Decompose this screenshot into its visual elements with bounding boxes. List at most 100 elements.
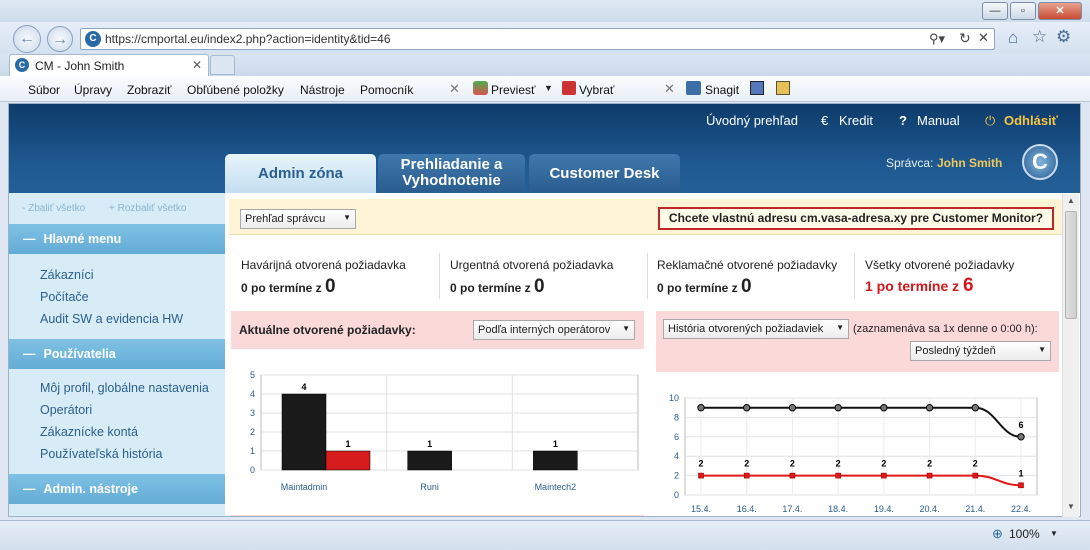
address-bar[interactable]: C https://cmportal.eu/index2.php?action=… (80, 28, 995, 50)
x-tick-label: 20.4. (920, 504, 940, 514)
tab-review[interactable]: Prehliadanie a Vyhodnotenie (378, 154, 525, 193)
data-point (881, 472, 887, 479)
x-tick-label: Maintech2 (535, 482, 577, 492)
data-point (697, 404, 705, 412)
search-icon[interactable]: ⚲▾ (929, 31, 945, 47)
snagit-button[interactable]: Snagit (705, 83, 739, 97)
minus-icon: — (23, 482, 36, 496)
x-tick-label: 18.4. (828, 504, 848, 514)
left-panel-title: Aktuálne otvorené požiadavky: (239, 323, 416, 337)
data-label: 2 (698, 459, 703, 469)
page-content: Úvodný prehľad € Kredit ? Manual ⏻ Odhlá… (8, 103, 1081, 517)
menu-view[interactable]: Zobraziť (127, 83, 172, 97)
scroll-thumb[interactable] (1065, 211, 1077, 319)
x-tick-label: 15.4. (691, 504, 711, 514)
main-area: Prehľad správcu Chcete vlastnú adresu cm… (229, 193, 1064, 516)
address-row: ← → C https://cmportal.eu/index2.php?act… (0, 22, 1090, 54)
window-titlebar: — ▫ ✕ (0, 0, 1090, 22)
sidebar-item-audit[interactable]: Audit SW a evidencia HW (40, 312, 183, 326)
card-urgent-count: 0 (534, 276, 545, 297)
toolbar-icon-a[interactable] (750, 81, 764, 95)
y-tick-label: 6 (674, 432, 679, 442)
y-tick-label: 0 (674, 490, 679, 500)
refresh-icon[interactable]: ↻ (959, 30, 971, 47)
section-users[interactable]: — Používatelia (9, 339, 225, 369)
menu-edit[interactable]: Úpravy (74, 83, 112, 97)
custom-address-promo[interactable]: Chcete vlastnú adresu cm.vasa-adresa.xy … (658, 207, 1054, 230)
toolbar-close-icon[interactable]: ✕ (449, 81, 460, 97)
favorites-star-icon[interactable]: ☆ (1032, 27, 1047, 47)
data-point (926, 472, 933, 479)
tab-row: C CM - John Smith ✕ (0, 54, 1090, 76)
menu-file[interactable]: Súbor (28, 83, 60, 97)
card-all-value: 1 po termíne z 6 (865, 275, 974, 297)
sidebar-item-operators[interactable]: Operátori (40, 403, 92, 417)
sidebar-item-profile[interactable]: Môj profil, globálne nastavenia (40, 381, 209, 395)
cm-logo: C (1022, 144, 1058, 180)
section-main-menu[interactable]: — Hlavné menu (9, 224, 225, 254)
tab-admin-zone[interactable]: Admin zóna (225, 154, 376, 193)
page-scrollbar[interactable]: ▲ ▼ (1062, 194, 1079, 517)
card-urgent-value: 0 po termíne z 0 (450, 276, 545, 298)
close-window-button[interactable]: ✕ (1038, 2, 1082, 20)
x-tick-label: 19.4. (874, 504, 894, 514)
sidebar-item-customer-accounts[interactable]: Zákaznícke kontá (40, 425, 138, 439)
bar-chart: 0 1 2 3 4 5 4 1 Maintadmin 1 Runi 1 Maintech2 (250, 370, 639, 492)
new-tab-button[interactable] (210, 55, 235, 75)
divider (647, 253, 648, 299)
zoom-icon: ⊕ (992, 526, 1003, 541)
menu-favorites[interactable]: Obľúbené položky (187, 83, 284, 97)
toolbar-icon-b[interactable] (776, 81, 790, 95)
zoom-level[interactable]: 100% (1009, 527, 1040, 541)
y-tick-label: 1 (250, 446, 255, 456)
home-icon[interactable]: ⌂ (1008, 28, 1018, 48)
view-select[interactable]: Prehľad správcu (240, 209, 356, 229)
history-note: (zaznamenáva sa 1x denne o 0:00 h): (853, 323, 1038, 335)
menu-tools[interactable]: Nástroje (300, 83, 345, 97)
data-label: 6 (1018, 420, 1023, 430)
zoom-dropdown-icon[interactable]: ▼ (1050, 529, 1058, 538)
card-all-prefix: 1 po termíne z (865, 278, 960, 294)
scroll-down-icon[interactable]: ▼ (1067, 502, 1075, 511)
data-point (925, 404, 934, 412)
tab-close-icon[interactable]: ✕ (192, 58, 202, 72)
back-button[interactable]: ← (13, 25, 41, 53)
section-admin-tools[interactable]: — Admin. nástroje (9, 474, 225, 504)
period-select[interactable]: Posledný týždeň (910, 341, 1051, 361)
tab-customer-desk[interactable]: Customer Desk (529, 154, 680, 193)
logout-link[interactable]: Odhlásiť (1004, 113, 1058, 128)
scroll-up-icon[interactable]: ▲ (1067, 196, 1075, 205)
sidebar-item-customers[interactable]: Zákazníci (40, 268, 94, 282)
data-label: 2 (744, 459, 749, 469)
collapse-all-link[interactable]: - Zbaliť všetko (22, 203, 85, 214)
x-tick-label: Maintadmin (281, 482, 328, 492)
data-label: 4 (301, 382, 306, 392)
maximize-button[interactable]: ▫ (1010, 2, 1036, 20)
history-select[interactable]: História otvorených požiadaviek (663, 319, 849, 339)
overview-link[interactable]: Úvodný prehľad (706, 113, 798, 128)
x-tick-label: 22.4. (1011, 504, 1031, 514)
admin-label: Správca: (886, 156, 934, 170)
manual-link[interactable]: Manual (917, 113, 960, 128)
expand-all-link[interactable]: + Rozbaliť všetko (109, 203, 186, 214)
forward-button[interactable]: → (47, 26, 73, 52)
toolbar2-close-icon[interactable]: ✕ (664, 81, 675, 97)
card-emergency-title: Havárijná otvorená požiadavka (241, 258, 406, 272)
sidebar-item-computers[interactable]: Počítače (40, 290, 89, 304)
previest-button[interactable]: Previesť (491, 83, 536, 97)
menu-help[interactable]: Pomocník (360, 83, 413, 97)
y-tick-label: 3 (250, 408, 255, 418)
credit-link[interactable]: Kredit (839, 113, 873, 128)
stop-icon[interactable]: ✕ (978, 30, 989, 46)
data-label: 2 (927, 459, 932, 469)
vybrat-button[interactable]: Vybrať (579, 83, 614, 97)
card-emergency-prefix: 0 po termíne z (241, 281, 322, 295)
previest-dropdown-icon[interactable]: ▼ (544, 83, 553, 93)
card-urgent-prefix: 0 po termíne z (450, 281, 531, 295)
data-label: 1 (345, 439, 350, 449)
minimize-button[interactable]: — (982, 2, 1008, 20)
browser-tab[interactable]: C CM - John Smith ✕ (9, 54, 209, 76)
gear-icon[interactable]: ⚙ (1056, 27, 1071, 47)
sidebar-item-user-history[interactable]: Používateľská história (40, 447, 162, 461)
left-panel-select[interactable]: Podľa interných operátorov (473, 320, 635, 340)
